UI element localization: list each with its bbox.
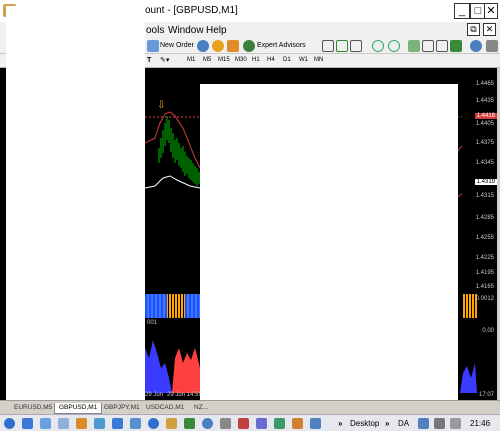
menu-tools[interactable]: ools: [146, 25, 164, 36]
new-order-button[interactable]: New Order: [160, 42, 194, 49]
app-icon[interactable]: [274, 418, 285, 429]
app-icon[interactable]: [220, 418, 231, 429]
timeframe-m30[interactable]: M30: [233, 57, 249, 63]
indicators-icon[interactable]: [450, 40, 462, 52]
date-label: 29 Jun: [145, 392, 164, 398]
show-more-icon[interactable]: »: [338, 419, 342, 428]
date-label: 29 Jun 14:59: [167, 392, 202, 398]
menu-window[interactable]: Window: [168, 25, 204, 36]
app-icon[interactable]: [310, 418, 321, 429]
language-indicator[interactable]: DA: [398, 419, 409, 428]
candlestick-icon[interactable]: [336, 40, 348, 52]
indicator-value-top: 0.0012: [475, 296, 494, 302]
indicator-value-bottom: 0.00: [482, 328, 494, 334]
price-label: 1.4345: [475, 160, 494, 166]
timeframe-h4[interactable]: H4: [265, 57, 277, 63]
app-icon[interactable]: [40, 418, 51, 429]
timeframe-m15[interactable]: M15: [216, 57, 232, 63]
timeframe-m1[interactable]: M1: [185, 57, 197, 63]
blank-window-left: [6, 6, 145, 401]
app-icon[interactable]: [202, 418, 213, 429]
minimize-button[interactable]: _: [454, 3, 470, 19]
expert-advisors-button[interactable]: Expert Advisors: [257, 42, 306, 49]
price-scale: 1.4465 1.4435 1.4418 1.4405 1.4375 1.434…: [462, 68, 497, 294]
menu-help[interactable]: Help: [206, 25, 227, 36]
app-icon[interactable]: [256, 418, 267, 429]
tray-icon[interactable]: [418, 418, 429, 429]
globe-icon[interactable]: [197, 40, 209, 52]
indicator-id-label: 001: [147, 320, 158, 326]
shapes-dropdown-icon[interactable]: ✎▾: [160, 56, 169, 64]
tray-icon[interactable]: [434, 418, 445, 429]
lower-envelope: [145, 175, 201, 189]
chart-tabs: EURUSD,M5 GBPUSD,M1 GBPJPY,M1 USDCAD,M1 …: [0, 400, 500, 414]
clock[interactable]: 21:46: [470, 419, 490, 428]
child-close-button[interactable]: ✕: [483, 23, 496, 36]
bar-chart-icon[interactable]: [322, 40, 334, 52]
volume-icon[interactable]: [450, 418, 461, 429]
desktop-toolbar[interactable]: Desktop: [350, 419, 379, 428]
zoom-out-icon[interactable]: [388, 40, 400, 52]
tab-gbpusd[interactable]: GBPUSD,M1: [54, 403, 103, 414]
app-icon[interactable]: [238, 418, 249, 429]
app-icon[interactable]: [22, 418, 33, 429]
child-restore-button[interactable]: ⧉: [467, 23, 480, 36]
taskbar: » Desktop » DA 21:46: [0, 414, 500, 431]
app-icon[interactable]: [76, 418, 87, 429]
expert-advisors-icon[interactable]: [243, 40, 255, 52]
bid-price-badge: 1.4418: [474, 113, 497, 119]
price-label: 1.4315: [475, 193, 494, 199]
timeframe-d1[interactable]: D1: [281, 57, 293, 63]
blank-window-center: [200, 84, 458, 400]
show-more-icon[interactable]: »: [385, 419, 389, 428]
price-label: 1.4375: [475, 140, 494, 146]
tab-nz[interactable]: NZ...: [190, 403, 212, 414]
app-icon[interactable]: [166, 418, 177, 429]
price-label: 1.4285: [475, 215, 494, 221]
window-title: ount - [GBPUSD,M1]: [145, 5, 238, 16]
down-arrow-icon: ⇩: [157, 100, 165, 111]
app-icon[interactable]: [58, 418, 69, 429]
price-label: 1.4435: [475, 98, 494, 104]
autoscroll-icon[interactable]: [436, 40, 448, 52]
current-price-badge: 1.4319: [474, 179, 497, 185]
app-icon[interactable]: [184, 418, 195, 429]
periods-icon[interactable]: [470, 40, 482, 52]
app-icon[interactable]: [148, 418, 159, 429]
zoom-in-icon[interactable]: [372, 40, 384, 52]
timeframe-h1[interactable]: H1: [250, 57, 262, 63]
price-label: 1.4165: [475, 284, 494, 290]
text-tool-button[interactable]: T: [147, 57, 151, 64]
line-chart-icon[interactable]: [350, 40, 362, 52]
price-label: 1.4225: [475, 255, 494, 261]
new-order-icon[interactable]: [147, 40, 159, 52]
app-icon[interactable]: [94, 418, 105, 429]
tab-gbpjpy[interactable]: GBPJPY,M1: [100, 403, 144, 414]
tile-windows-icon[interactable]: [408, 40, 420, 52]
app-icon[interactable]: [130, 418, 141, 429]
app-icon[interactable]: [292, 418, 303, 429]
price-label: 1.4405: [475, 121, 494, 127]
people-icon[interactable]: [227, 40, 239, 52]
time-label: 17:07: [478, 392, 494, 398]
timeframe-m5[interactable]: M5: [201, 57, 213, 63]
price-label: 1.4465: [475, 81, 494, 87]
price-label: 1.4255: [475, 235, 494, 241]
tab-eurusd[interactable]: EURUSD,M5: [10, 403, 56, 414]
app-window: ount - [GBPUSD,M1] _ □ ✕ ools Window Hel…: [0, 0, 500, 431]
app-icon[interactable]: [112, 418, 123, 429]
timeframe-w1[interactable]: W1: [297, 57, 310, 63]
start-icon[interactable]: [4, 418, 15, 429]
close-button[interactable]: ✕: [484, 3, 498, 19]
chart-shift-icon[interactable]: [422, 40, 434, 52]
timeframe-mn[interactable]: MN: [312, 57, 325, 63]
coin-icon[interactable]: [212, 40, 224, 52]
tab-usdcad[interactable]: USDCAD,M1: [142, 403, 188, 414]
price-label: 1.4195: [475, 270, 494, 276]
templates-icon[interactable]: [486, 40, 498, 52]
